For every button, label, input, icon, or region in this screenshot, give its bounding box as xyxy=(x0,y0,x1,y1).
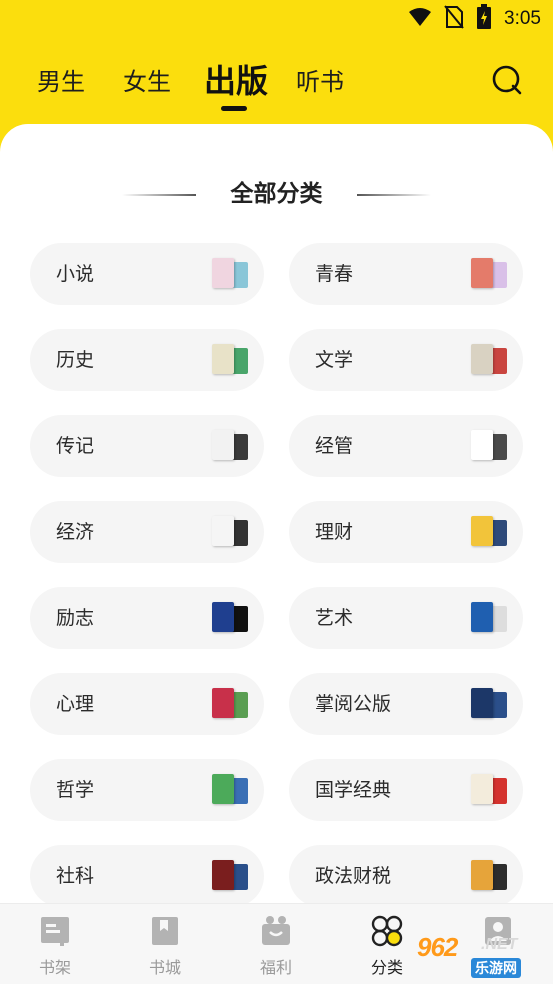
status-time: 3:05 xyxy=(504,8,541,29)
bookshelf-icon xyxy=(38,914,72,948)
wifi-icon xyxy=(408,7,432,31)
category-item[interactable]: 国学经典 xyxy=(289,759,523,821)
category-label: 励志 xyxy=(56,607,95,629)
book-cover-thumbnail xyxy=(212,860,248,892)
category-item[interactable]: 哲学 xyxy=(30,759,264,821)
tab-female[interactable]: 女生 xyxy=(123,62,171,97)
book-cover-front xyxy=(471,344,493,374)
category-item[interactable]: 历史 xyxy=(30,329,264,391)
category-grid: 小说 青春历史 文学传记 经管经济 理财励志 艺术心理 掌阅公版哲学 国学经典社科 政法财税 xyxy=(0,124,553,904)
book-cover-front xyxy=(212,860,234,890)
category-item[interactable]: 传记 xyxy=(30,415,264,477)
battery-icon xyxy=(476,4,492,34)
search-button[interactable] xyxy=(491,64,523,96)
category-panel: 全部分类 小说 青春 历史 文学 传记 经管 经济 理财 励志 艺术 心理 掌阅公版 哲学 国学经典 社科政… xyxy=(0,124,553,904)
category-label: 社科 xyxy=(56,865,95,887)
category-item[interactable]: 艺术 xyxy=(289,587,523,649)
category-item[interactable]: 经管 xyxy=(289,415,523,477)
book-cover-thumbnail xyxy=(212,258,248,290)
category-icon xyxy=(370,914,404,948)
book-cover-front xyxy=(471,688,493,718)
no-sim-icon xyxy=(444,5,464,33)
category-item[interactable]: 励志 xyxy=(30,587,264,649)
book-cover-thumbnail xyxy=(212,774,248,806)
nav-label: 书架 xyxy=(38,958,71,977)
book-cover-thumbnail xyxy=(471,430,507,462)
gift-icon xyxy=(259,914,293,948)
book-cover-thumbnail xyxy=(471,344,507,376)
book-cover-thumbnail xyxy=(471,258,507,290)
book-cover-thumbnail xyxy=(471,688,507,720)
book-cover-thumbnail xyxy=(471,602,507,634)
book-cover-front xyxy=(471,774,493,804)
category-item[interactable]: 社科 xyxy=(30,845,264,904)
nav-label: 福利 xyxy=(259,958,292,977)
book-cover-thumbnail xyxy=(212,430,248,462)
category-item[interactable]: 心理 xyxy=(30,673,264,735)
category-label: 经济 xyxy=(56,521,95,543)
category-item[interactable]: 经济 xyxy=(30,501,264,563)
book-cover-front xyxy=(471,258,493,288)
nav-label: 书城 xyxy=(148,958,181,977)
status-icons: 3:05 xyxy=(408,4,541,34)
book-cover-front xyxy=(212,344,234,374)
nav-bookshelf[interactable]: 书架 xyxy=(0,904,110,984)
book-cover-front xyxy=(212,602,234,632)
category-label: 政法财税 xyxy=(315,865,392,887)
category-item[interactable]: 小说 xyxy=(30,243,264,305)
category-label: 历史 xyxy=(56,349,95,371)
book-cover-front xyxy=(212,258,234,288)
book-cover-thumbnail xyxy=(212,344,248,376)
book-cover-front xyxy=(471,860,493,890)
book-cover-front xyxy=(212,774,234,804)
category-label: 哲学 xyxy=(56,779,95,801)
book-cover-thumbnail xyxy=(471,860,507,892)
book-cover-front xyxy=(212,430,234,460)
category-item[interactable]: 青春 xyxy=(289,243,523,305)
category-item[interactable]: 理财 xyxy=(289,501,523,563)
watermark-subtitle: 乐游网 xyxy=(471,958,521,978)
category-label: 理财 xyxy=(315,521,354,543)
book-cover-front xyxy=(471,516,493,546)
tab-publishing[interactable]: 出版 xyxy=(204,56,268,102)
book-cover-thumbnail xyxy=(212,688,248,720)
category-label: 心理 xyxy=(56,693,95,715)
search-icon xyxy=(491,65,523,100)
status-bar: 3:05 xyxy=(0,0,553,38)
category-item[interactable]: 掌阅公版 xyxy=(289,673,523,735)
watermark-logo: 962 .NET 乐游网 xyxy=(417,930,547,980)
category-label: 艺术 xyxy=(315,607,354,629)
bookstore-icon xyxy=(148,914,182,948)
book-cover-front xyxy=(212,516,234,546)
book-cover-thumbnail xyxy=(471,774,507,806)
book-cover-thumbnail xyxy=(212,602,248,634)
top-tabs: 男生 女生 出版 听书 xyxy=(0,52,553,112)
book-cover-thumbnail xyxy=(471,516,507,548)
book-cover-front xyxy=(471,430,493,460)
category-label: 文学 xyxy=(315,349,354,371)
tab-male[interactable]: 男生 xyxy=(37,62,85,97)
category-item[interactable]: 文学 xyxy=(289,329,523,391)
nav-bookstore[interactable]: 书城 xyxy=(110,904,220,984)
book-cover-front xyxy=(471,602,493,632)
category-label: 国学经典 xyxy=(315,779,392,801)
category-label: 小说 xyxy=(56,263,95,285)
active-tab-indicator xyxy=(221,106,247,111)
category-label: 传记 xyxy=(56,435,95,457)
book-cover-front xyxy=(212,688,234,718)
category-label: 掌阅公版 xyxy=(315,693,392,715)
category-item[interactable]: 政法财税 xyxy=(289,845,523,904)
category-label: 青春 xyxy=(315,263,354,285)
category-label: 经管 xyxy=(315,435,354,457)
book-cover-thumbnail xyxy=(212,516,248,548)
watermark-number: 962 xyxy=(417,932,458,962)
nav-welfare[interactable]: 福利 xyxy=(221,904,331,984)
tab-audiobook[interactable]: 听书 xyxy=(296,62,344,97)
watermark-suffix: .NET xyxy=(481,936,518,953)
